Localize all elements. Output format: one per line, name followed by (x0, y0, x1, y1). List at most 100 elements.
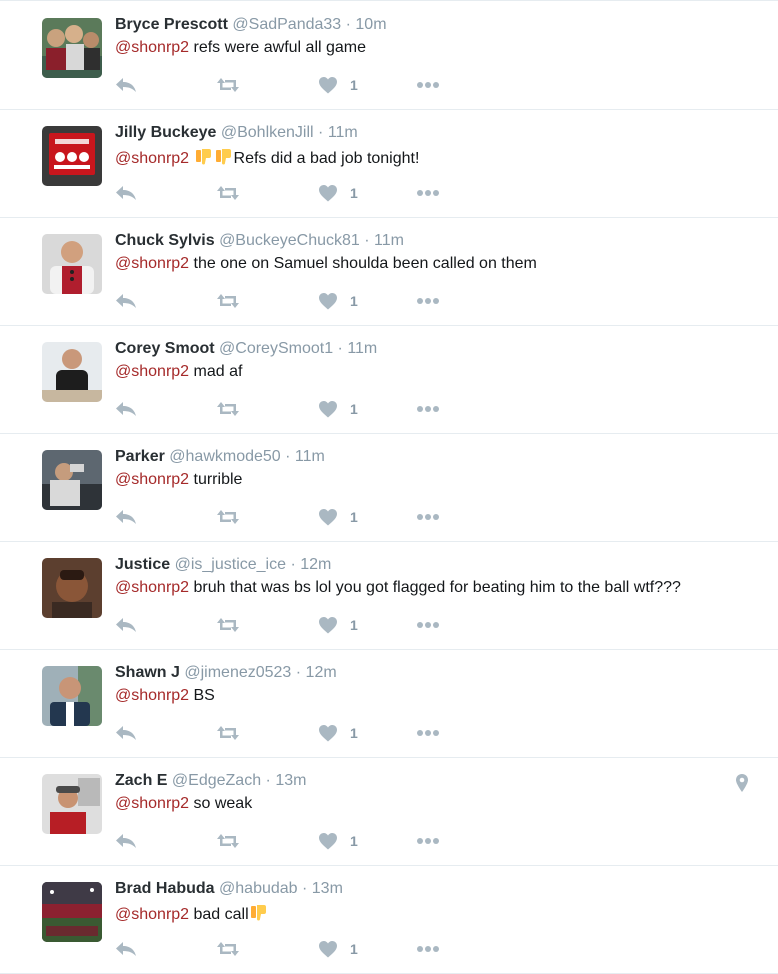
tweet[interactable]: Corey Smoot @CoreySmoot1 · 11m @shonrp2 m… (0, 327, 778, 434)
username[interactable]: @CoreySmoot1 (219, 340, 333, 357)
like-count[interactable]: 1 (350, 616, 358, 634)
fullname[interactable]: Justice (115, 556, 170, 573)
timestamp[interactable]: 12m (300, 556, 331, 573)
retweet-button[interactable] (216, 939, 240, 959)
like-button[interactable] (318, 939, 338, 959)
like-button[interactable] (318, 831, 338, 851)
mention-link[interactable]: @shonrp2 (115, 579, 189, 596)
username[interactable]: @hawkmode50 (169, 448, 280, 465)
timestamp[interactable]: 11m (374, 232, 404, 249)
tweet[interactable]: Bryce Prescott @SadPanda33 · 10m @shonrp2… (0, 3, 778, 110)
avatar[interactable] (42, 774, 102, 834)
username[interactable]: @jimenez0523 (184, 664, 291, 681)
like-count[interactable]: 1 (350, 724, 358, 742)
tweet[interactable]: Jilly Buckeye @BohlkenJill · 11m @shonrp2… (0, 111, 778, 218)
mention-link[interactable]: @shonrp2 (115, 471, 189, 488)
more-button[interactable] (416, 939, 440, 959)
avatar[interactable] (42, 882, 102, 942)
username[interactable]: @BuckeyeChuck81 (219, 232, 360, 249)
reply-button[interactable] (115, 291, 137, 311)
retweet-button[interactable] (216, 723, 240, 743)
fullname[interactable]: Parker (115, 448, 165, 465)
avatar[interactable] (42, 126, 102, 186)
username[interactable]: @habudab (219, 880, 298, 897)
like-button[interactable] (318, 183, 338, 203)
like-button[interactable] (318, 615, 338, 635)
reply-button[interactable] (115, 723, 137, 743)
reply-button[interactable] (115, 183, 137, 203)
avatar[interactable] (42, 450, 102, 510)
fullname[interactable]: Jilly Buckeye (115, 124, 216, 141)
more-button[interactable] (416, 75, 440, 95)
like-button[interactable] (318, 723, 338, 743)
like-button[interactable] (318, 75, 338, 95)
retweet-button[interactable] (216, 75, 240, 95)
mention-link[interactable]: @shonrp2 (115, 150, 189, 167)
more-button[interactable] (416, 723, 440, 743)
retweet-button[interactable] (216, 507, 240, 527)
tweet[interactable]: Brad Habuda @habudab · 13m @shonrp2 bad c… (0, 867, 778, 974)
location-pin-icon[interactable] (735, 773, 749, 793)
fullname[interactable]: Corey Smoot (115, 340, 215, 357)
mention-link[interactable]: @shonrp2 (115, 795, 189, 812)
timestamp[interactable]: 11m (347, 340, 377, 357)
tweet[interactable]: Parker @hawkmode50 · 11m @shonrp2 turribl… (0, 435, 778, 542)
mention-link[interactable]: @shonrp2 (115, 255, 189, 272)
retweet-button[interactable] (216, 399, 240, 419)
reply-button[interactable] (115, 399, 137, 419)
mention-link[interactable]: @shonrp2 (115, 39, 189, 56)
reply-button[interactable] (115, 75, 137, 95)
tweet[interactable]: Chuck Sylvis @BuckeyeChuck81 · 11m @shonr… (0, 219, 778, 326)
username[interactable]: @is_justice_ice (175, 556, 286, 573)
avatar[interactable] (42, 234, 102, 294)
avatar[interactable] (42, 666, 102, 726)
fullname[interactable]: Chuck Sylvis (115, 232, 215, 249)
fullname[interactable]: Shawn J (115, 664, 180, 681)
like-button[interactable] (318, 507, 338, 527)
timestamp[interactable]: 10m (355, 16, 386, 33)
timestamp[interactable]: 11m (295, 448, 325, 465)
tweet[interactable]: Shawn J @jimenez0523 · 12m @shonrp2 BS 1 (0, 651, 778, 758)
retweet-button[interactable] (216, 183, 240, 203)
like-button[interactable] (318, 291, 338, 311)
like-count[interactable]: 1 (350, 940, 358, 958)
like-button[interactable] (318, 399, 338, 419)
fullname[interactable]: Zach E (115, 772, 167, 789)
like-count[interactable]: 1 (350, 400, 358, 418)
reply-button[interactable] (115, 507, 137, 527)
timestamp[interactable]: 13m (275, 772, 306, 789)
reply-button[interactable] (115, 831, 137, 851)
avatar[interactable] (42, 558, 102, 618)
username[interactable]: @SadPanda33 (232, 16, 341, 33)
reply-button[interactable] (115, 615, 137, 635)
retweet-button[interactable] (216, 831, 240, 851)
like-count[interactable]: 1 (350, 76, 358, 94)
fullname[interactable]: Brad Habuda (115, 880, 215, 897)
more-button[interactable] (416, 183, 440, 203)
tweet[interactable]: Justice @is_justice_ice · 12m @shonrp2 br… (0, 543, 778, 650)
timestamp[interactable]: 13m (312, 880, 343, 897)
timestamp[interactable]: 11m (328, 124, 358, 141)
mention-link[interactable]: @shonrp2 (115, 687, 189, 704)
more-button[interactable] (416, 831, 440, 851)
reply-button[interactable] (115, 939, 137, 959)
timestamp[interactable]: 12m (306, 664, 337, 681)
like-count[interactable]: 1 (350, 292, 358, 310)
fullname[interactable]: Bryce Prescott (115, 16, 228, 33)
username[interactable]: @EdgeZach (172, 772, 261, 789)
retweet-button[interactable] (216, 615, 240, 635)
avatar[interactable] (42, 18, 102, 78)
more-button[interactable] (416, 507, 440, 527)
like-count[interactable]: 1 (350, 508, 358, 526)
more-button[interactable] (416, 399, 440, 419)
like-count[interactable]: 1 (350, 184, 358, 202)
username[interactable]: @BohlkenJill (221, 124, 314, 141)
more-button[interactable] (416, 615, 440, 635)
more-button[interactable] (416, 291, 440, 311)
like-count[interactable]: 1 (350, 832, 358, 850)
mention-link[interactable]: @shonrp2 (115, 906, 189, 923)
avatar[interactable] (42, 342, 102, 402)
mention-link[interactable]: @shonrp2 (115, 363, 189, 380)
retweet-button[interactable] (216, 291, 240, 311)
tweet[interactable]: Zach E @EdgeZach · 13m @shonrp2 so weak 1 (0, 759, 778, 866)
